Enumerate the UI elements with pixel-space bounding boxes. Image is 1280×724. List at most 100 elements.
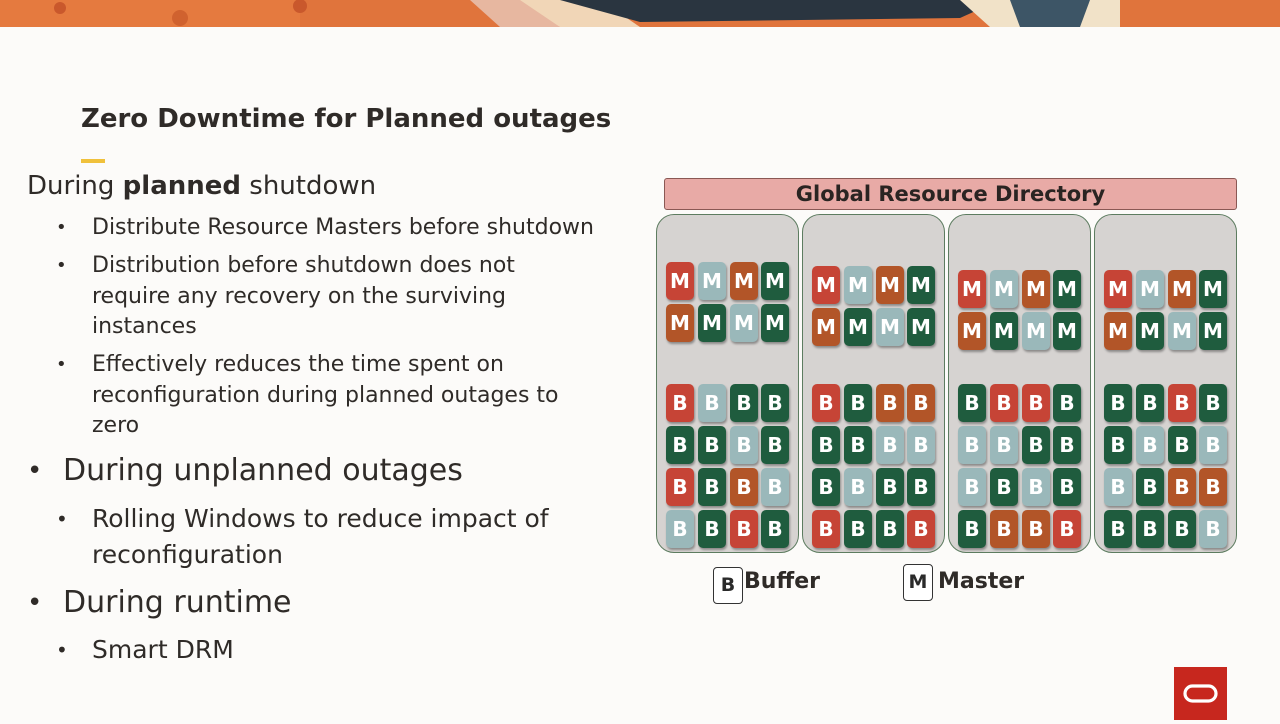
buffer-chip: B [730,426,758,464]
instance-node-3: MMMMMMMMBBBBBBBBBBBBBBBB [948,214,1091,553]
master-chip: M [812,266,840,304]
buffer-chip: B [958,384,986,422]
buffer-chip: B [761,510,789,548]
buffer-chip: B [812,468,840,506]
bullet-no-recovery: • Distribution before shutdown does not r… [56,253,515,339]
master-chip: M [990,270,1018,308]
legend-master-chip: M [903,564,933,601]
bullet-reduce-time: • Effectively reduces the time spent on r… [56,352,559,438]
bullet-runtime: • During runtime [27,585,292,620]
legend-buffer-label: Buffer [744,569,821,594]
buffer-chip: B [812,384,840,422]
buffer-chip: B [990,426,1018,464]
buffer-chip: B [876,468,904,506]
buffer-chip: B [1136,468,1164,506]
buffer-chip: B [666,510,694,548]
buffer-chip: B [876,384,904,422]
buffer-chip: B [1136,384,1164,422]
buffer-chip: B [1104,426,1132,464]
buffer-chip: B [958,426,986,464]
master-chip: M [1199,312,1227,350]
buffer-chip: B [1168,384,1196,422]
master-chip: M [698,262,726,300]
legend-master-label: Master [938,569,1025,594]
buffer-chip: B [1168,510,1196,548]
buffer-chip: B [844,384,872,422]
buffer-chip: B [666,426,694,464]
master-chip: M [812,308,840,346]
buffer-chip: B [666,384,694,422]
buffer-chip: B [730,468,758,506]
master-chip: M [1053,270,1081,308]
buffer-chip: B [730,510,758,548]
master-chip: M [698,304,726,342]
buffer-chip: B [844,468,872,506]
instance-node-2: MMMMMMMMBBBBBBBBBBBBBBBB [802,214,945,553]
buffer-chip: B [1022,384,1050,422]
master-chip: M [907,308,935,346]
buffer-chip: B [1168,468,1196,506]
decorative-banner [0,0,1280,27]
buffer-chip: B [1053,426,1081,464]
master-chip: M [990,312,1018,350]
buffer-chip: B [1136,426,1164,464]
buffer-chip: B [876,510,904,548]
title-accent-bar [81,159,105,163]
buffer-chip: B [1022,468,1050,506]
buffer-chip: B [958,468,986,506]
master-chip: M [730,304,758,342]
master-chip: M [907,266,935,304]
slide-title: Zero Downtime for Planned outages [81,104,612,134]
buffer-chip: B [844,426,872,464]
buffer-chip: B [958,510,986,548]
master-chip: M [1104,270,1132,308]
buffer-chip: B [1053,468,1081,506]
master-chip: M [1022,312,1050,350]
buffer-chip: B [1104,384,1132,422]
buffer-chip: B [761,384,789,422]
master-chip: M [1053,312,1081,350]
master-chip: M [666,304,694,342]
master-chip: M [1136,312,1164,350]
buffer-chip: B [812,510,840,548]
buffer-chip: B [1199,384,1227,422]
bullet-unplanned: • During unplanned outages [27,453,463,488]
buffer-chip: B [907,510,935,548]
bullet-distribute-masters: • Distribute Resource Masters before shut… [56,215,594,240]
buffer-chip: B [698,510,726,548]
buffer-chip: B [1104,510,1132,548]
buffer-chip: B [876,426,904,464]
master-chip: M [1168,270,1196,308]
instance-node-1: MMMMMMMMBBBBBBBBBBBBBBBB [656,214,799,553]
buffer-chip: B [1022,510,1050,548]
global-resource-directory-header: Global Resource Directory [664,178,1237,210]
buffer-chip: B [698,426,726,464]
buffer-chip: B [761,468,789,506]
master-chip: M [958,312,986,350]
buffer-chip: B [990,468,1018,506]
master-chip: M [761,304,789,342]
master-chip: M [730,262,758,300]
master-chip: M [666,262,694,300]
buffer-chip: B [1199,426,1227,464]
oracle-logo [1174,667,1227,720]
master-chip: M [876,266,904,304]
buffer-chip: B [698,468,726,506]
master-chip: M [761,262,789,300]
master-chip: M [1136,270,1164,308]
buffer-chip: B [666,468,694,506]
buffer-chip: B [812,426,840,464]
master-chip: M [1168,312,1196,350]
buffer-chip: B [1053,384,1081,422]
bullet-rolling-windows: • Rolling Windows to reduce impact of rec… [56,504,549,569]
master-chip: M [844,266,872,304]
lead-heading: During planned shutdown [27,171,377,201]
master-chip: M [1199,270,1227,308]
buffer-chip: B [1136,510,1164,548]
master-chip: M [1022,270,1050,308]
master-chip: M [876,308,904,346]
master-chip: M [1104,312,1132,350]
buffer-chip: B [761,426,789,464]
instance-node-4: MMMMMMMMBBBBBBBBBBBBBBBB [1094,214,1237,553]
buffer-chip: B [844,510,872,548]
